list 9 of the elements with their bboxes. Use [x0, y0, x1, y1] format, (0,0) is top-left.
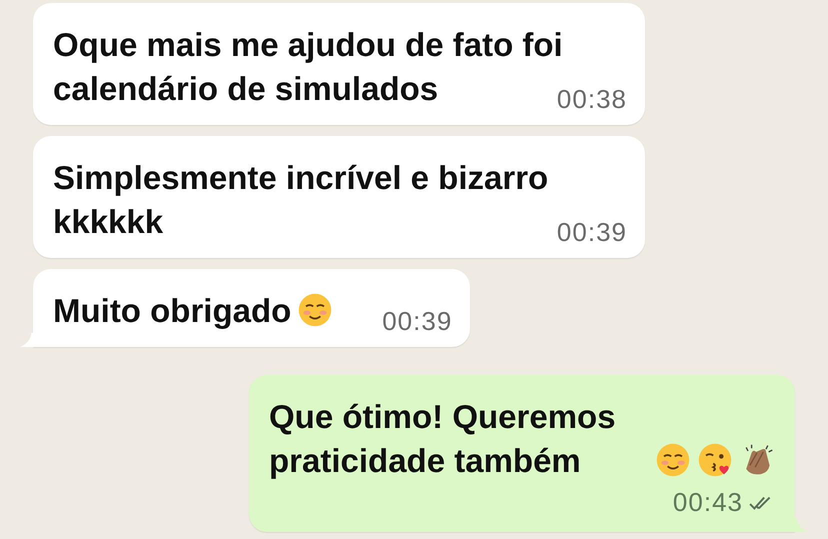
message-text: Muito obrigado — [53, 291, 292, 331]
message-time: 00:39 — [556, 217, 627, 248]
smiling-face-icon — [297, 292, 334, 328]
smiling-face-icon — [655, 442, 691, 478]
message-text: Que ótimo! Queremos praticidade também — [269, 397, 617, 481]
message-text: Simplesmente incrível e bizarro kkkkkk — [53, 159, 548, 240]
message-time: 00:39 — [382, 306, 452, 337]
kissing-face-icon — [697, 442, 733, 478]
message-time: 00:43 — [672, 487, 743, 518]
